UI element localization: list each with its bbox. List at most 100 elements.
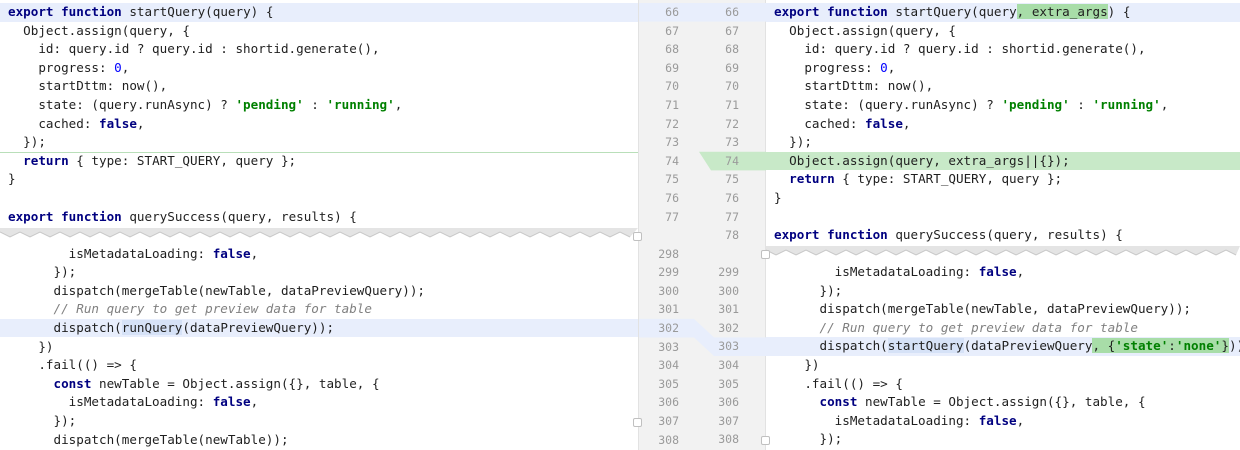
right-code-line-302[interactable]: // Run query to get preview data for tab… (766, 319, 1240, 338)
left-code-line-307[interactable]: }); (0, 412, 638, 431)
right-code-line-72[interactable]: cached: false, (766, 115, 1240, 134)
left-code-line-305[interactable]: const newTable = Object.assign({}, table… (0, 375, 638, 394)
right-line-number: 77 (725, 209, 739, 224)
right-line-number: 66 (725, 5, 739, 19)
collapsed-region-separator[interactable] (766, 246, 1240, 258)
left-line-number: 67 (665, 23, 679, 38)
right-line-number: 301 (718, 302, 739, 317)
diff-viewer: export function startQuery(query) { Obje… (0, 0, 1240, 450)
right-code-line-307[interactable]: isMetadataLoading: false, (766, 412, 1240, 431)
right-line-number: 74 (725, 153, 739, 168)
left-code-line-74[interactable]: return { type: START_QUERY, query }; (0, 152, 638, 171)
left-code-line-301[interactable]: // Run query to get preview data for tab… (0, 300, 638, 319)
right-line-number: 71 (725, 98, 739, 112)
left-line-number: 75 (665, 172, 679, 187)
left-code-line-73[interactable]: }); (0, 133, 638, 152)
left-code-line-308[interactable]: dispatch(mergeTable(newTable)); (0, 431, 638, 450)
left-line-number: 300 (658, 283, 679, 298)
left-line-number: 299 (658, 265, 679, 280)
left-code-line-70[interactable]: startDttm: now(), (0, 77, 638, 96)
left-line-number: 69 (665, 60, 679, 75)
left-line-number: 307 (658, 413, 679, 428)
right-code-line-305[interactable]: .fail(() => { (766, 375, 1240, 394)
right-code-line-68[interactable]: id: query.id ? query.id : shortid.genera… (766, 40, 1240, 59)
left-code-line-300[interactable]: dispatch(mergeTable(newTable, dataPrevie… (0, 282, 638, 301)
left-editor-pane[interactable]: export function startQuery(query) { Obje… (0, 0, 638, 450)
right-editor-pane[interactable]: export function startQuery(query, extra_… (766, 0, 1240, 450)
right-line-number: 72 (725, 116, 739, 131)
left-code-line-306[interactable]: isMetadataLoading: false, (0, 393, 638, 412)
left-code-line-67[interactable]: Object.assign(query, { (0, 22, 638, 41)
right-code-line-67[interactable]: Object.assign(query, { (766, 22, 1240, 41)
right-line-number: 308 (718, 432, 739, 447)
right-line-number: 307 (718, 413, 739, 428)
right-line-number: 73 (725, 135, 739, 150)
left-code-line-69[interactable]: progress: 0, (0, 59, 638, 78)
right-line-number: 70 (725, 79, 739, 94)
line-number-gutter: 66 67 68 69 70 71 72 73 74 75 76 77 66 67 68 69 70 71 72 73… (638, 0, 767, 450)
right-line-number: 78 (725, 228, 739, 243)
right-line-number: 300 (718, 283, 739, 298)
collapsed-region-separator[interactable] (0, 228, 638, 240)
left-code-line-75[interactable]: } (0, 170, 638, 189)
left-line-number: 303 (658, 339, 679, 354)
left-code-line-77[interactable]: export function querySuccess(query, resu… (0, 208, 638, 227)
left-code-line-303[interactable]: }) (0, 338, 638, 357)
left-line-number: 77 (665, 209, 679, 224)
right-code-line-74[interactable]: Object.assign(query, extra_args||{}); (766, 151, 1240, 171)
right-line-number: 299 (718, 265, 739, 279)
fold-marker-icon[interactable] (761, 250, 770, 259)
right-code-line-66[interactable]: export function startQuery(query, extra_… (766, 3, 1240, 22)
right-code-line-308[interactable]: }); (766, 430, 1240, 449)
right-line-number: 75 (725, 172, 739, 187)
right-line-number: 303 (718, 339, 739, 354)
right-code-line-75[interactable]: return { type: START_QUERY, query }; (766, 170, 1240, 189)
right-code-line-73[interactable]: }); (766, 133, 1240, 152)
separator-fill (766, 246, 1240, 255)
insertion-marker-line (0, 151, 638, 153)
right-code-line-303[interactable]: dispatch(startQuery(dataPreviewQuery, {'… (766, 337, 1240, 356)
left-line-number: 72 (665, 116, 679, 131)
right-code-line-301[interactable]: dispatch(mergeTable(newTable, dataPrevie… (766, 300, 1240, 319)
left-code-line-299[interactable]: }); (0, 263, 638, 282)
left-code-line-304[interactable]: .fail(() => { (0, 356, 638, 375)
left-code-line-68[interactable]: id: query.id ? query.id : shortid.genera… (0, 40, 638, 59)
left-line-number: 71 (665, 98, 679, 112)
left-line-number: 304 (658, 358, 679, 373)
left-line-number: 68 (665, 42, 679, 57)
left-line-number: 76 (665, 191, 679, 205)
left-line-number: 66 (665, 5, 679, 19)
left-code-line-72[interactable]: cached: false, (0, 115, 638, 134)
left-code-line-71[interactable]: state: (query.runAsync) ? 'pending' : 'r… (0, 96, 638, 115)
right-code-line-71[interactable]: state: (query.runAsync) ? 'pending' : 'r… (766, 96, 1240, 115)
left-line-number: 301 (658, 302, 679, 317)
left-code-line-298[interactable]: isMetadataLoading: false, (0, 245, 638, 264)
left-line-number: 302 (658, 320, 679, 335)
right-code-line-76[interactable]: } (766, 189, 1240, 208)
fold-marker-icon[interactable] (633, 418, 642, 427)
right-line-number: 304 (718, 358, 739, 372)
left-line-number: 74 (665, 153, 679, 168)
left-code-line-76[interactable] (0, 189, 638, 208)
left-line-number: 308 (658, 432, 679, 447)
right-code-line-306[interactable]: const newTable = Object.assign({}, table… (766, 393, 1240, 412)
left-line-number: 73 (665, 135, 679, 150)
right-line-number: 76 (725, 191, 739, 205)
left-line-number: 70 (665, 79, 679, 94)
left-code-line-66[interactable]: export function startQuery(query) { (0, 3, 638, 22)
right-code-line-69[interactable]: progress: 0, (766, 59, 1240, 78)
right-code-line-70[interactable]: startDttm: now(), (766, 77, 1240, 96)
fold-marker-icon[interactable] (761, 436, 770, 445)
right-code-line-77[interactable] (766, 208, 1240, 227)
right-code-line-78[interactable]: export function querySuccess(query, resu… (766, 226, 1240, 245)
right-line-number: 306 (718, 395, 739, 410)
left-code-line-302[interactable]: dispatch(runQuery(dataPreviewQuery)); (0, 318, 638, 338)
right-line-number: 302 (718, 320, 739, 335)
right-code-line-304[interactable]: }) (766, 356, 1240, 375)
right-line-number: 305 (718, 376, 739, 391)
right-code-line-299[interactable]: isMetadataLoading: false, (766, 263, 1240, 282)
left-line-number: 306 (658, 395, 679, 410)
left-line-number: 305 (658, 376, 679, 391)
right-code-line-300[interactable]: }); (766, 282, 1240, 301)
fold-marker-icon[interactable] (633, 232, 642, 241)
